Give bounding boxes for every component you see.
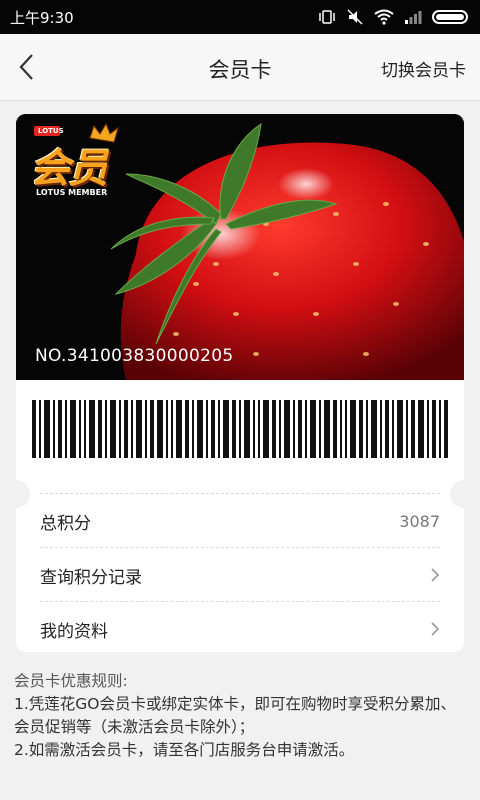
points-history-row[interactable]: 查询积分记录 [40,547,440,602]
points-label: 总积分 [40,513,91,534]
switch-card-button[interactable]: 切换会员卡 [381,56,466,81]
rules-title: 会员卡优惠规则: [14,672,128,690]
my-profile-label: 我的资料 [40,621,108,642]
chevron-right-icon [431,622,440,636]
signal-icon [405,11,422,24]
logo-sub: LOTUS MEMBER [36,188,108,197]
logo-main: 会员 [30,146,108,192]
barcode-area [16,380,464,488]
card-rules: 会员卡优惠规则: 1.凭莲花GO会员卡或绑定实体卡，即可在购物时享受积分累加、会… [14,670,470,762]
my-profile-row[interactable]: 我的资料 [40,601,440,652]
logo-brand: LOTUS [38,127,64,135]
points-history-label: 查询积分记录 [40,567,142,588]
chevron-right-icon [431,568,440,582]
membership-card: LOTUS 会员 LOTUS MEMBER NO.341003830000205 [16,114,464,652]
wifi-icon [374,9,394,25]
mute-icon [347,9,363,25]
battery-icon [432,10,468,24]
card-artwork: LOTUS 会员 LOTUS MEMBER NO.341003830000205 [16,114,464,380]
status-bar: 上午9:30 [0,0,480,34]
header-bar: 会员卡 切换会员卡 [0,34,480,101]
points-value: 3087 [399,511,440,531]
status-time: 上午9:30 [10,8,74,27]
barcode [32,400,448,458]
rules-item: 1.凭莲花GO会员卡或绑定实体卡，即可在购物时享受积分累加、会员促销等（未激活会… [14,695,457,736]
points-row: 总积分 3087 [40,494,440,548]
status-icons [318,9,468,25]
member-logo: LOTUS 会员 LOTUS MEMBER [22,122,134,216]
rules-item: 2.如需激活会员卡，请至各门店服务台申请激活。 [14,741,355,759]
card-number: NO.341003830000205 [35,346,234,366]
vibrate-icon [319,10,335,24]
